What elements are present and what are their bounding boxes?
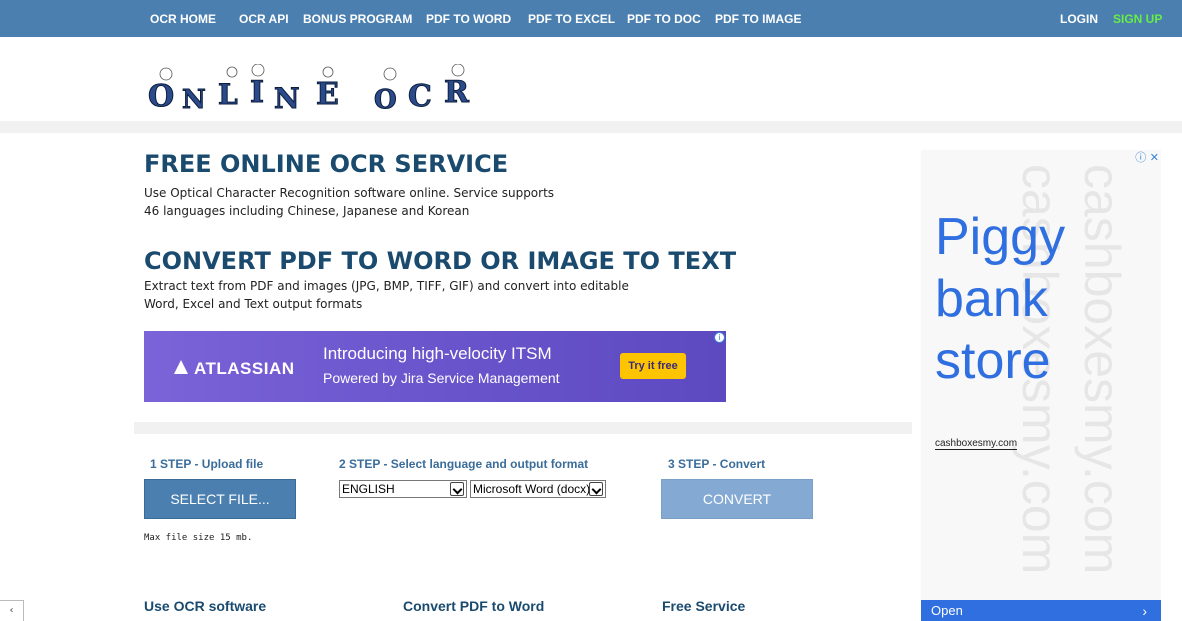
convert-description: Extract text from PDF and images (JPG, B… xyxy=(144,277,629,313)
side-ad-line-2: bank xyxy=(935,270,1048,328)
side-ad-line-1: Piggy xyxy=(935,208,1066,266)
ad-subline: Powered by Jira Service Management xyxy=(323,370,560,386)
step2-label: 2 STEP - Select language and output form… xyxy=(339,457,589,471)
ad-headline: Introducing high-velocity ITSM xyxy=(323,344,552,363)
ad-watermark-text-2: cashboxesmy.com xyxy=(1074,164,1130,575)
svg-text:R: R xyxy=(444,75,470,110)
svg-text:O: O xyxy=(148,79,174,114)
nav-pdf-to-word[interactable]: PDF TO WORD xyxy=(426,12,511,26)
select-file-button[interactable]: SELECT FILE... xyxy=(144,479,296,519)
convert-line-1: Extract text from PDF and images (JPG, B… xyxy=(144,279,629,293)
top-nav-bar: OCR HOME OCR API BONUS PROGRAM PDF TO WO… xyxy=(0,0,1182,37)
nav-pdf-to-doc[interactable]: PDF TO DOC xyxy=(627,12,701,26)
footer-heading-pdf-to-word: Convert PDF to Word xyxy=(403,598,545,614)
steps-divider-band xyxy=(134,422,912,434)
nav-pdf-to-excel[interactable]: PDF TO EXCEL xyxy=(528,12,615,26)
max-file-size-note: Max file size 15 mb. xyxy=(144,533,253,543)
language-select[interactable]: ENGLISH xyxy=(339,480,467,498)
main-title: FREE ONLINE OCR SERVICE xyxy=(144,150,509,178)
nav-ocr-home[interactable]: OCR HOME xyxy=(150,12,216,26)
ad-close-icon[interactable]: ⓘ ✕ xyxy=(1135,150,1159,165)
footer-heading-free-service: Free Service xyxy=(662,598,746,614)
intro-description: Use Optical Character Recognition softwa… xyxy=(144,184,554,220)
side-ad-line-3: store xyxy=(935,332,1051,390)
convert-button[interactable]: CONVERT xyxy=(661,479,813,519)
intro-line-2: 46 languages including Chinese, Japanese… xyxy=(144,204,470,218)
chevron-right-icon: › xyxy=(1142,603,1147,619)
site-logo[interactable]: O N L I N E O C R xyxy=(146,63,476,116)
format-select[interactable]: Microsoft Word (docx) xyxy=(470,480,606,498)
login-link[interactable]: LOGIN xyxy=(1060,12,1098,26)
convert-line-2: Word, Excel and Text output formats xyxy=(144,297,363,311)
header-divider-band xyxy=(0,121,1182,133)
step1-label: 1 STEP - Upload file xyxy=(150,457,264,471)
scroll-up-icon[interactable]: ‹ xyxy=(0,600,24,621)
signup-link[interactable]: SIGN UP xyxy=(1113,12,1162,26)
nav-ocr-api[interactable]: OCR API xyxy=(239,12,289,26)
chevron-down-icon xyxy=(450,482,464,496)
side-ad-open-button[interactable]: Open › xyxy=(921,600,1161,621)
side-ad-headline: Piggy bank store xyxy=(935,206,1065,392)
footer-heading-ocr-software: Use OCR software xyxy=(144,598,267,614)
svg-text:E: E xyxy=(316,77,339,112)
format-select-value: Microsoft Word (docx) xyxy=(473,482,591,496)
convert-title: CONVERT PDF TO WORD OR IMAGE TO TEXT xyxy=(144,247,737,275)
side-ad-domain[interactable]: cashboxesmy.com xyxy=(935,438,1018,450)
side-ad-open-label: Open xyxy=(931,603,963,618)
ad-brand: ATLASSIAN xyxy=(194,359,295,378)
svg-text:L: L xyxy=(218,78,238,111)
svg-text:N: N xyxy=(274,82,300,115)
chevron-down-icon xyxy=(589,482,603,496)
svg-text:I: I xyxy=(250,75,264,110)
ad-cta-button[interactable]: Try it free xyxy=(620,353,686,379)
banner-ad[interactable]: ATLASSIAN Introducing high-velocity ITSM… xyxy=(144,331,726,402)
nav-pdf-to-image[interactable]: PDF TO IMAGE xyxy=(715,12,801,26)
ad-info-icon[interactable]: i xyxy=(714,332,725,343)
atlassian-logo-icon xyxy=(174,360,188,374)
language-select-value: ENGLISH xyxy=(342,482,395,496)
intro-line-1: Use Optical Character Recognition softwa… xyxy=(144,186,555,200)
svg-text:N: N xyxy=(182,85,206,115)
svg-text:C: C xyxy=(408,79,432,114)
step3-label: 3 STEP - Convert xyxy=(668,457,766,471)
nav-bonus-program[interactable]: BONUS PROGRAM xyxy=(303,12,412,26)
svg-text:O: O xyxy=(374,85,397,115)
side-ad[interactable]: cashboxesmy.com cashboxesmy.com ⓘ ✕ Pigg… xyxy=(921,150,1161,621)
